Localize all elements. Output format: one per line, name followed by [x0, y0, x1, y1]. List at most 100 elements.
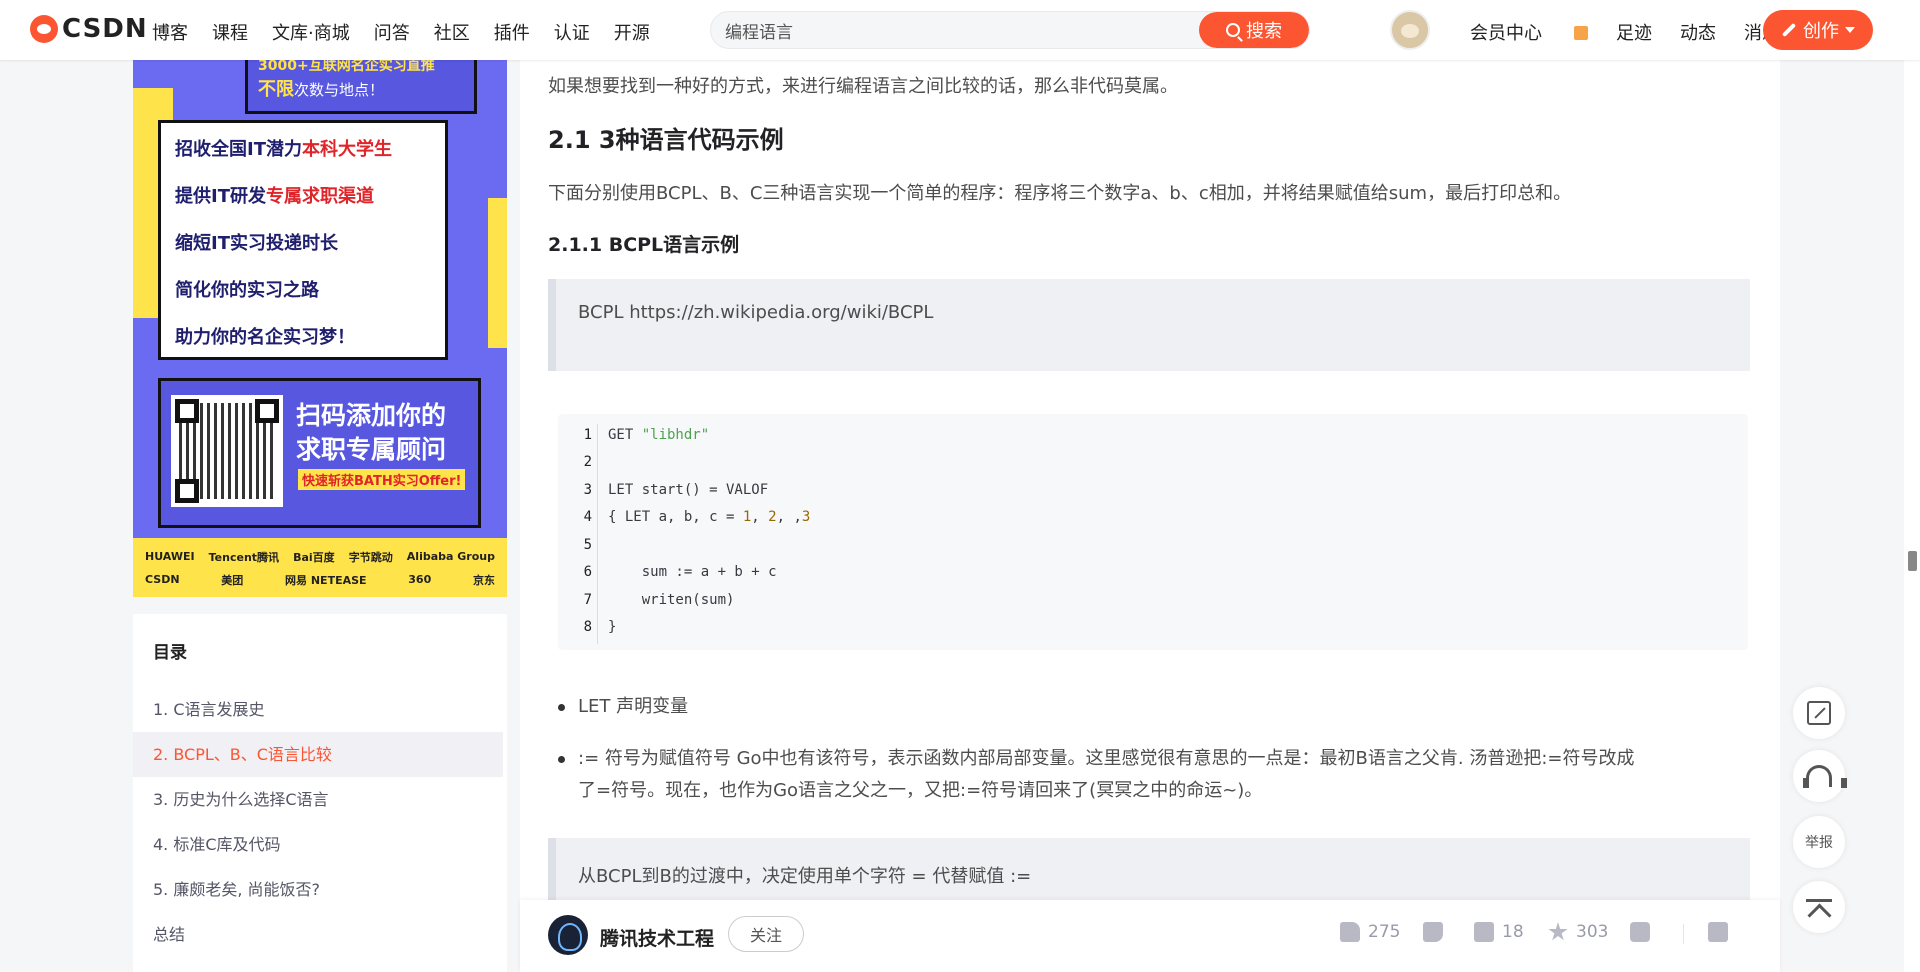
code-line: writen(sum)	[608, 592, 735, 608]
back-to-top-button[interactable]	[1793, 881, 1845, 933]
follow-button[interactable]: 关注	[728, 916, 804, 952]
scrollbar-thumb[interactable]	[1908, 551, 1917, 571]
line-number: 4	[583, 509, 592, 525]
blockquote-text: BCPL https://zh.wikipedia.org/wiki/BCPL	[578, 302, 934, 323]
thumbs-down-icon	[1423, 922, 1443, 942]
reward-button[interactable]	[1630, 922, 1650, 942]
search-button[interactable]: 搜索	[1199, 12, 1309, 48]
author-name[interactable]: 腾讯技术工程	[600, 924, 714, 951]
nav-link-library[interactable]: 文库·商城	[272, 19, 350, 45]
company-logo: 美团	[221, 573, 244, 587]
bullet-dot	[558, 756, 565, 763]
member-center-link[interactable]: 会员中心	[1470, 19, 1588, 45]
footprint-link[interactable]: 足迹	[1616, 19, 1652, 45]
company-logo: 360	[408, 573, 432, 586]
ad-feature-text: 简化你的实习之路	[175, 280, 319, 301]
nav-links: 博客 课程 文库·商城 问答 社区 插件 认证 开源	[152, 19, 674, 45]
top-navbar: CSDN 博客 课程 文库·商城 问答 社区 插件 认证 开源 搜索 会员中心 …	[0, 0, 1920, 60]
nav-link-blog[interactable]: 博客	[152, 19, 188, 45]
ad-qr-line: 求职专属顾问	[296, 435, 447, 464]
ad-qr-subtitle: 快速斩获BATH实习Offer!	[298, 469, 466, 490]
logo-row: HUAWEI Tencent腾讯 Bai百度 字节跳动 Alibaba Grou…	[145, 545, 495, 568]
search-bar: 搜索	[710, 11, 1310, 49]
star-icon	[1548, 922, 1568, 941]
ad-qr-box: 扫码添加你的 求职专属顾问 快速斩获BATH实习Offer!	[158, 378, 481, 528]
sidebar-ad-banner[interactable]: 3000+互联网名企实习直推 不限次数与地点！ 招收全国IT潜力本科大学生 提供…	[133, 60, 507, 597]
csdn-logo-icon	[30, 15, 58, 43]
line-number: 3	[583, 482, 592, 498]
like-count: 275	[1368, 922, 1401, 942]
toc-item-active[interactable]: 2. BCPL、B、C语言比较	[133, 732, 503, 777]
toc-item[interactable]: 5. 廉颇老矣, 尚能饭否?	[133, 867, 503, 912]
ad-top-line: 3000+互联网名企实习直推	[258, 60, 435, 74]
code-block[interactable]: 1 2 3 4 5 6 7 8 GET "libhdr" LET start()…	[558, 414, 1748, 650]
report-label: 举报	[1805, 835, 1833, 851]
ad-feature: 招收全国IT潜力本科大学生	[175, 135, 445, 182]
article-body: 如果想要找到一种好的方式，来进行编程语言之间比较的话，那么非代码莫属。 2.1 …	[520, 60, 1780, 972]
blockquote: 从BCPL到B的过渡中，决定使用单个字符 = 代替赋值 :=	[548, 838, 1750, 908]
ad-feature-highlight: 本科大学生	[301, 139, 392, 160]
ad-highlight: 不限	[258, 79, 294, 100]
ad-feature-text: 招收全国IT潜力	[175, 139, 302, 160]
nav-link-certification[interactable]: 认证	[554, 19, 590, 45]
blockquote: BCPL https://zh.wikipedia.org/wiki/BCPL	[548, 279, 1750, 371]
company-logo: 京东	[472, 573, 495, 587]
toc-item[interactable]: 1. C语言发展史	[133, 687, 503, 732]
line-numbers: 1 2 3 4 5 6 7 8	[558, 424, 598, 644]
ad-decoration	[488, 198, 507, 348]
logo-row: CSDN 美团 网易 NETEASE 360 京东	[145, 568, 495, 591]
yuan-icon	[1630, 922, 1650, 942]
comment-icon	[1474, 922, 1494, 942]
ad-features-box: 招收全国IT潜力本科大学生 提供IT研发专属求职渠道 缩短IT实习投递时长 简化…	[158, 120, 448, 360]
blockquote-text: 从BCPL到B的过渡中，决定使用单个字符 = 代替赋值 :=	[578, 866, 1032, 887]
toc-item[interactable]: 总结	[133, 912, 503, 957]
user-avatar[interactable]	[1390, 10, 1430, 50]
comment-button[interactable]: 18	[1474, 922, 1524, 942]
ad-qr-text: 扫码添加你的 求职专属顾问	[296, 399, 446, 467]
favorite-count: 303	[1576, 922, 1609, 942]
search-input[interactable]	[711, 12, 1201, 48]
pen-icon	[1781, 22, 1797, 38]
company-logo: HUAWEI	[145, 550, 195, 563]
csdn-logo[interactable]: CSDN	[30, 14, 148, 44]
nav-link-community[interactable]: 社区	[434, 19, 470, 45]
nav-link-courses[interactable]: 课程	[212, 19, 248, 45]
dislike-button[interactable]	[1423, 922, 1443, 942]
ad-company-logos: HUAWEI Tencent腾讯 Bai百度 字节跳动 Alibaba Grou…	[133, 538, 507, 597]
ad-feature: 助力你的名企实习梦！	[175, 323, 445, 370]
code-line: { LET a, b, c = 1, 2, ,3	[608, 509, 811, 525]
ad-feature: 缩短IT实习投递时长	[175, 229, 445, 276]
like-button[interactable]: 275	[1340, 922, 1400, 942]
line-number: 7	[583, 592, 592, 608]
company-logo: 字节跳动	[348, 550, 393, 564]
page-scrollbar[interactable]	[1904, 0, 1920, 972]
author-avatar[interactable]	[548, 915, 588, 955]
comment-count: 18	[1502, 922, 1524, 942]
toc-item[interactable]: 4. 标准C库及代码	[133, 822, 503, 867]
company-logo: Alibaba Group	[406, 550, 495, 563]
dynamics-link[interactable]: 动态	[1680, 19, 1716, 45]
nav-link-opensource[interactable]: 开源	[614, 19, 650, 45]
write-button[interactable]	[1793, 687, 1845, 739]
customer-service-button[interactable]	[1793, 750, 1847, 802]
favorite-button[interactable]: 303	[1548, 922, 1608, 942]
report-button[interactable]: 举报	[1793, 816, 1845, 868]
create-button[interactable]: 创作	[1763, 10, 1873, 50]
paragraph: 如果想要找到一种好的方式，来进行编程语言之间比较的话，那么非代码莫属。	[548, 76, 1178, 97]
section-heading: 2.1 3种语言代码示例	[548, 126, 784, 154]
share-button[interactable]	[1708, 922, 1728, 942]
toc-item[interactable]: 3. 历史为什么选择C语言	[133, 777, 503, 822]
bullet-dot	[558, 704, 565, 711]
nav-link-qa[interactable]: 问答	[374, 19, 410, 45]
code-line: }	[608, 619, 617, 635]
line-number: 6	[583, 564, 592, 580]
ad-feature-text: 助力你的名企实习梦！	[175, 327, 355, 348]
company-logo: CSDN	[145, 573, 180, 586]
logo-text: CSDN	[62, 14, 148, 44]
nav-link-plugins[interactable]: 插件	[494, 19, 530, 45]
ad-feature-highlight: 专属求职渠道	[265, 186, 374, 207]
headset-icon	[1803, 765, 1847, 788]
line-number: 5	[583, 537, 592, 553]
company-logo: Tencent腾讯	[208, 550, 280, 564]
article-toolbar: 腾讯技术工程 关注 275 18 303	[520, 900, 1780, 972]
